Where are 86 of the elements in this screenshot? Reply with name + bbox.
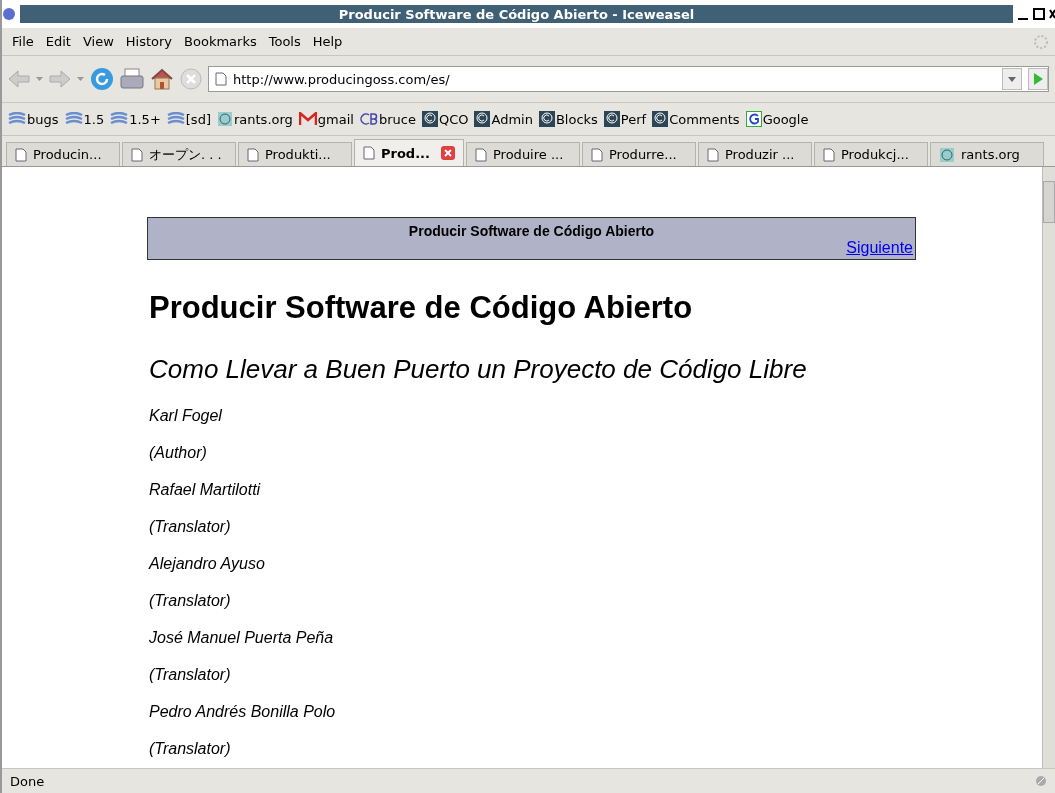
document-icon xyxy=(707,147,719,162)
bookmark[interactable]: [sd] xyxy=(166,110,211,128)
browser-tab[interactable]: Prod... xyxy=(354,139,464,166)
no-entry-icon xyxy=(1035,775,1047,787)
bookmark[interactable]: bugs xyxy=(8,110,59,128)
credit-line: Pedro Andrés Bonilla Polo xyxy=(149,702,337,722)
stripes-icon xyxy=(110,112,129,126)
browser-tab[interactable]: Produire ... xyxy=(466,142,580,166)
credit-line: José Manuel Puerta Peña xyxy=(149,628,335,648)
app-icon xyxy=(2,7,16,21)
maximize-icon[interactable] xyxy=(1033,7,1045,21)
document-icon xyxy=(215,72,227,86)
browser-tab[interactable]: rants.org xyxy=(930,142,1044,166)
browser-tab[interactable]: Produkti... xyxy=(238,142,352,166)
browser-tab[interactable]: Produrre... xyxy=(582,142,696,166)
close-tab-icon[interactable] xyxy=(441,146,455,160)
menu-item[interactable]: History xyxy=(121,32,177,51)
menu-item[interactable]: Edit xyxy=(41,32,75,51)
bookmark[interactable]: 1.5+ xyxy=(110,110,161,128)
window-title: Producir Software de Código Abierto - Iceweasel xyxy=(20,5,1013,23)
credit-line: (Translator) xyxy=(149,517,232,537)
credit-line: (Author) xyxy=(149,443,208,463)
copyright-icon xyxy=(474,111,491,127)
document-icon xyxy=(131,147,143,162)
copyright-icon xyxy=(421,111,438,127)
bookmark[interactable]: Google xyxy=(745,110,809,128)
google-icon xyxy=(745,111,762,127)
menu-item[interactable]: Tools xyxy=(264,32,305,51)
bookmark[interactable]: gmail xyxy=(298,110,354,128)
globe-icon xyxy=(939,146,955,163)
stripes-icon xyxy=(166,112,185,126)
bookmark[interactable]: Blocks xyxy=(538,110,598,128)
document-icon xyxy=(363,146,375,160)
browser-tab[interactable]: オープン. . . xyxy=(122,142,236,166)
throbber-icon xyxy=(1033,33,1049,50)
bookmark[interactable]: rants.org xyxy=(216,110,293,128)
menu-item[interactable]: View xyxy=(78,32,118,51)
stripes-icon xyxy=(8,112,26,126)
url-text: http://www.producingoss.com/es/ xyxy=(233,71,451,87)
page-title: Producir Software de Código Abierto xyxy=(149,290,694,326)
document-icon xyxy=(591,147,603,162)
back-arrow-icon[interactable] xyxy=(8,69,30,89)
bookmark[interactable]: Admin xyxy=(474,110,533,128)
document-icon xyxy=(823,147,835,162)
credit-line: (Translator) xyxy=(149,591,232,611)
forward-arrow-icon[interactable] xyxy=(49,69,71,89)
bookmark[interactable]: QCO xyxy=(421,110,469,128)
credit-line: Karl Fogel xyxy=(149,406,223,426)
monogram-icon xyxy=(359,111,378,127)
address-field[interactable]: http://www.producingoss.com/es/ xyxy=(208,66,1049,92)
dropdown-caret-icon[interactable] xyxy=(1002,68,1022,90)
copyright-icon xyxy=(652,111,669,127)
caret-icon[interactable] xyxy=(77,77,84,81)
scrollbar[interactable] xyxy=(1042,167,1055,768)
reload-icon[interactable] xyxy=(90,67,114,91)
caret-icon[interactable] xyxy=(36,77,43,81)
browser-tab[interactable]: Produkcj... xyxy=(814,142,928,166)
home-icon[interactable] xyxy=(150,68,174,90)
credit-line: Rafael Martilotti xyxy=(149,480,262,500)
credit-line: Alejandro Ayuso xyxy=(149,554,266,574)
bookmark[interactable]: Perf xyxy=(603,110,647,128)
browser-tab[interactable]: Produzir ... xyxy=(698,142,812,166)
document-icon xyxy=(247,147,259,162)
status-text: Done xyxy=(10,773,45,789)
bookmark[interactable]: Comments xyxy=(652,110,740,128)
globe-icon xyxy=(216,111,233,127)
menu-item[interactable]: Bookmarks xyxy=(180,32,261,51)
header-title: Producir Software de Código Abierto xyxy=(408,223,655,239)
bookmark[interactable]: bruce xyxy=(359,110,416,128)
copyright-icon xyxy=(603,111,620,127)
mail-icon xyxy=(298,112,317,126)
credit-line: (Translator) xyxy=(149,665,232,685)
page-subtitle: Como Llevar a Buen Puerto un Proyecto de Código Libre xyxy=(149,354,808,385)
credit-line: (Translator) xyxy=(149,739,232,759)
document-icon xyxy=(475,147,487,162)
menu-item[interactable]: File xyxy=(8,32,38,51)
browser-tab[interactable]: Producin... xyxy=(6,142,120,166)
document-icon xyxy=(15,147,27,162)
printer-icon[interactable] xyxy=(120,68,144,90)
copyright-icon xyxy=(538,111,555,127)
next-link[interactable]: Siguiente xyxy=(846,239,913,257)
bookmark[interactable]: 1.5 xyxy=(64,110,105,128)
stop-icon[interactable] xyxy=(180,68,202,90)
stripes-icon xyxy=(64,112,83,126)
close-icon[interactable] xyxy=(1049,7,1055,21)
menu-item[interactable]: Help xyxy=(308,32,347,51)
